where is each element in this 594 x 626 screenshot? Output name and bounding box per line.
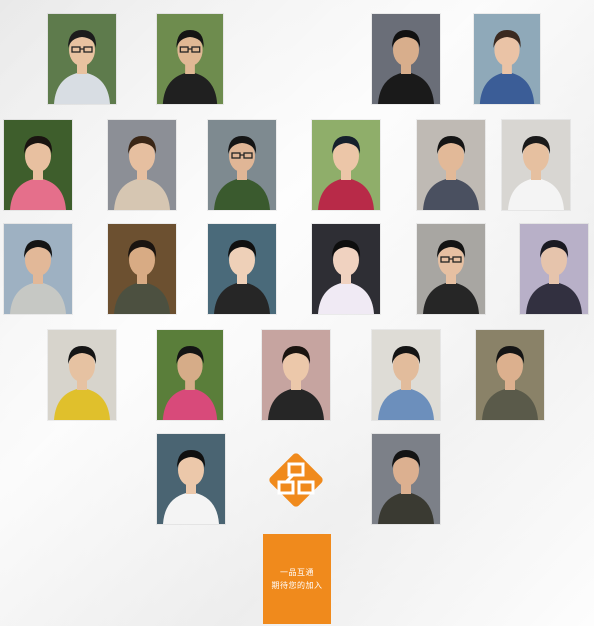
team-member-photo xyxy=(312,224,380,314)
team-member-photo xyxy=(312,120,380,210)
team-member-photo xyxy=(417,120,485,210)
team-member-photo xyxy=(4,120,72,210)
team-member-photo xyxy=(157,330,223,420)
join-us-line1: 一品互通 xyxy=(280,568,314,577)
team-member-photo xyxy=(372,14,440,104)
join-us-line2: 期待您的加入 xyxy=(271,581,323,590)
team-member-photo xyxy=(157,434,225,524)
team-member-photo xyxy=(262,330,330,420)
team-member-photo xyxy=(474,14,540,104)
team-member-photo xyxy=(4,224,72,314)
team-member-photo xyxy=(372,330,440,420)
team-member-photo xyxy=(157,14,223,104)
team-member-photo xyxy=(48,330,116,420)
team-member-photo xyxy=(520,224,588,314)
team-member-photo xyxy=(108,224,176,314)
diamond-brand-logo-icon xyxy=(269,453,323,507)
brand-logo xyxy=(262,446,330,514)
team-member-photo xyxy=(417,224,485,314)
team-member-photo xyxy=(372,434,440,524)
team-member-photo xyxy=(476,330,544,420)
team-member-photo xyxy=(502,120,570,210)
team-member-photo xyxy=(208,120,276,210)
team-member-photo xyxy=(48,14,116,104)
team-member-photo xyxy=(208,224,276,314)
join-us-banner[interactable]: 一品互通 期待您的加入 xyxy=(263,534,331,624)
team-member-photo xyxy=(108,120,176,210)
